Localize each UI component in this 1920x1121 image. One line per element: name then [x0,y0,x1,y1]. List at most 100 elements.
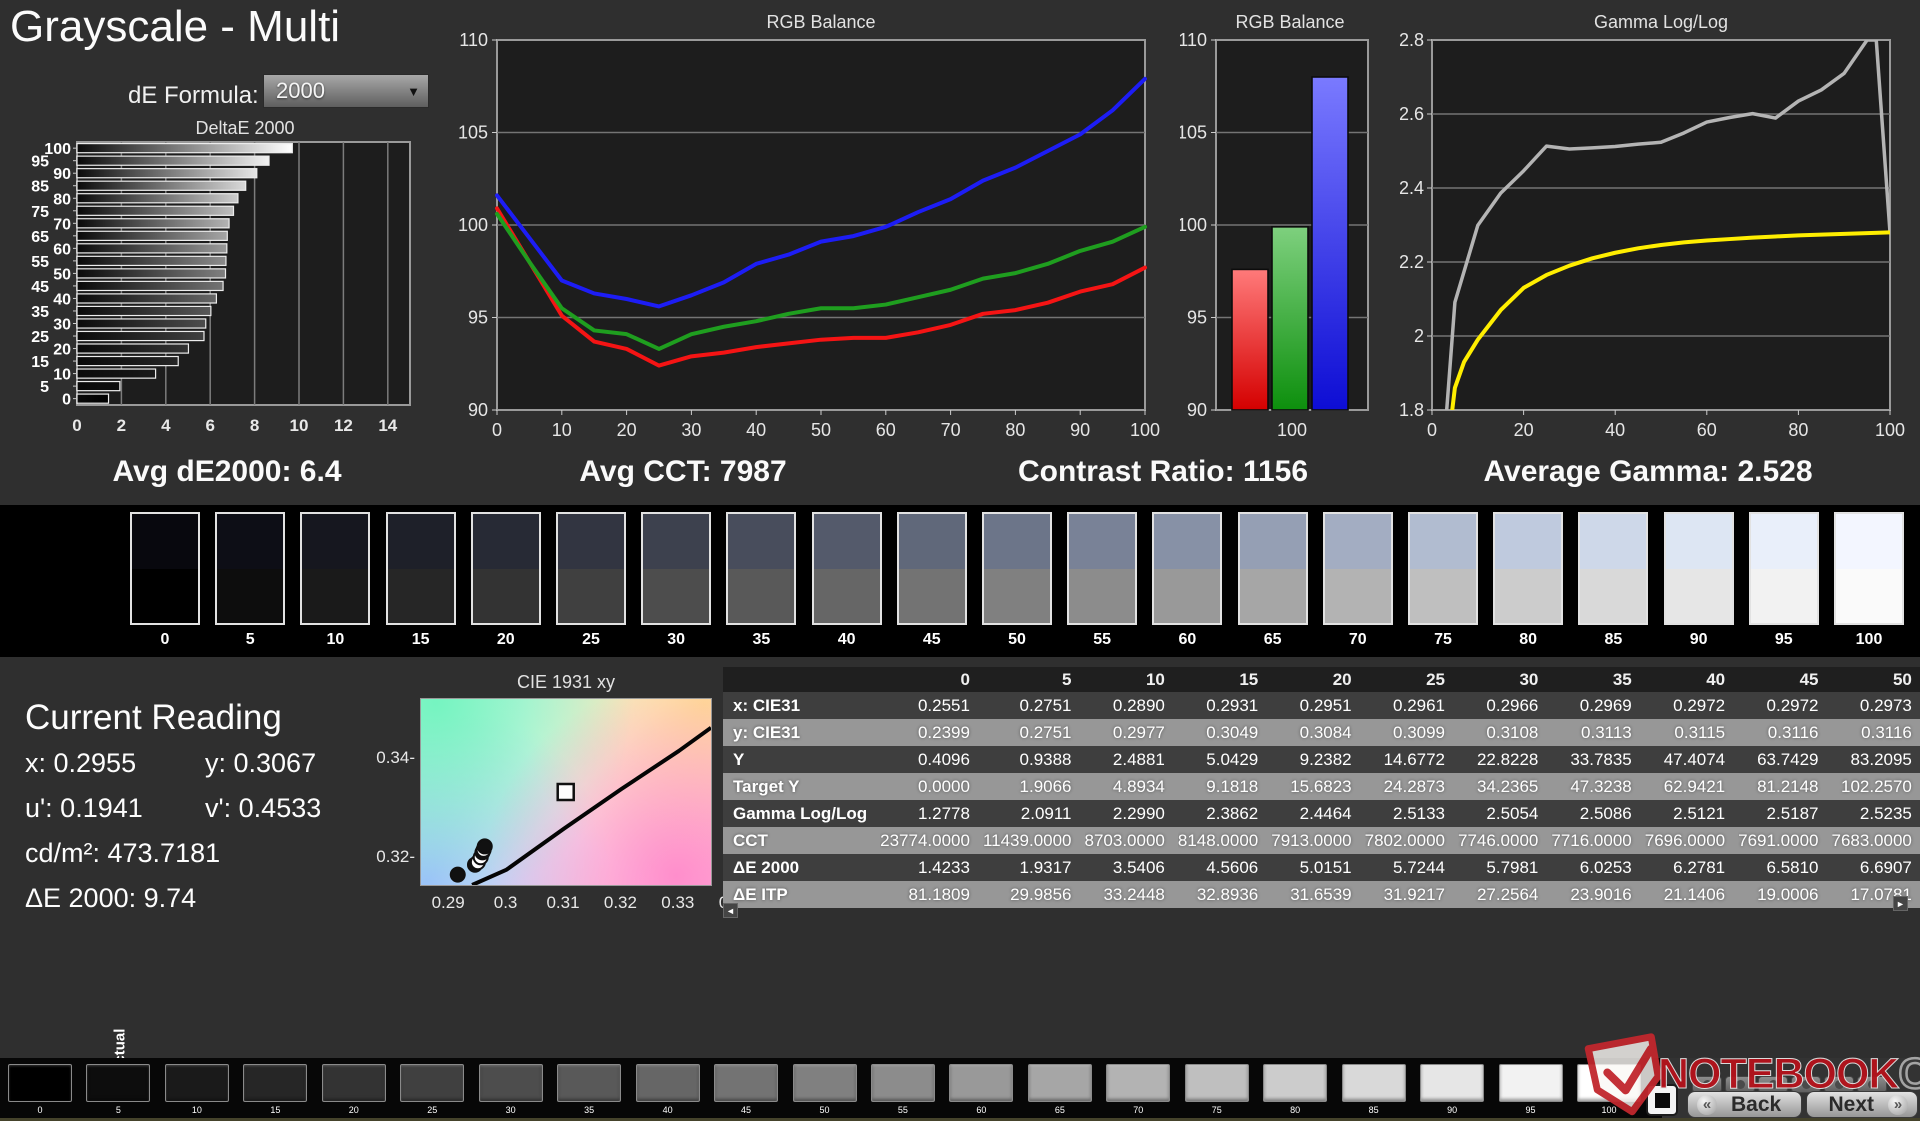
rgb-balance-line-chart: 90951001051100102030405060708090100 [440,10,1160,475]
table-scroll-left-button[interactable]: ◄ [723,903,738,918]
table-cell: 1.9317 [983,854,1085,881]
pattern-level-button[interactable] [1106,1064,1170,1102]
next-button[interactable]: Next » [1806,1091,1918,1118]
axis-tick-label: 80 [1788,420,1808,440]
cie-chart-svg [421,699,711,885]
page-title: Grayscale - Multi [10,2,340,52]
de-formula-label: dE Formula: [128,82,259,110]
grayscale-comparison-strip: Actual Target 05101520253035404550556065… [0,505,1920,657]
pattern-level-button[interactable] [793,1064,857,1102]
pattern-level-button[interactable] [636,1064,700,1102]
swatch-level-label: 70 [1315,631,1401,649]
table-cell: 0.2551 [880,692,983,719]
grayscale-swatch [556,512,626,625]
table-column-header: 40 [1645,667,1738,692]
table-cell: 5.7981 [1458,854,1551,881]
deltae-bar [77,344,188,353]
green-balance-bar [1272,227,1308,410]
axis-tick-label: 100 [1875,420,1905,440]
table-row-label: Y [723,746,880,773]
cie-chart-title: CIE 1931 xy [420,672,712,693]
target-swatch-half [388,569,454,624]
actual-swatch-half [132,514,198,569]
pattern-level-button[interactable] [557,1064,621,1102]
pattern-level-button[interactable] [165,1064,229,1102]
pattern-level-button[interactable] [1263,1064,1327,1102]
pattern-level-label: 30 [479,1105,543,1115]
table-cell: 4.8934 [1085,773,1178,800]
pattern-level-button[interactable] [322,1064,386,1102]
axis-tick-label: 90 [1187,400,1207,420]
pattern-level-label: 90 [1420,1105,1484,1115]
table-cell: 3.5406 [1085,854,1178,881]
axis-tick-label: 5 [40,379,49,396]
gamma-log-log-chart: 1.822.22.42.62.8020406080100 [1400,10,1920,475]
pattern-level-button[interactable] [243,1064,307,1102]
pattern-level-button[interactable] [479,1064,543,1102]
de-formula-value: 2000 [276,78,325,104]
axis-tick-label: 40 [746,420,766,440]
back-arrow-icon: « [1697,1095,1717,1115]
pattern-level-button[interactable] [86,1064,150,1102]
table-cell: 32.8936 [1178,881,1271,908]
gamma-chart-svg: 1.822.22.42.62.8020406080100 [1400,10,1920,470]
de-formula-dropdown[interactable]: 2000 ▼ [263,74,429,108]
table-cell: 83.2095 [1832,746,1920,773]
swatch-level-label: 10 [292,631,378,649]
pattern-level-button[interactable] [714,1064,778,1102]
table-cell: 7683.0000 [1832,827,1920,854]
measured-point [451,868,465,882]
pattern-level-button[interactable] [1499,1064,1563,1102]
axis-tick-label: 10 [290,416,309,435]
pattern-level-button[interactable] [1342,1064,1406,1102]
rgb-bar-chart-svg: 9095100105110100 [1180,10,1390,470]
axis-tick-label: 105 [1180,123,1207,143]
pattern-level-button[interactable] [8,1064,72,1102]
table-cell: 14.6772 [1365,746,1458,773]
pattern-level-label: 0 [8,1105,72,1115]
table-column-header: 0 [880,667,983,692]
pattern-level-label: 55 [871,1105,935,1115]
table-cell: 2.5054 [1458,800,1551,827]
target-swatch-half [1666,569,1732,624]
table-cell: 11439.0000 [983,827,1085,854]
table-column-header: 30 [1458,667,1551,692]
table-cell: 7746.0000 [1458,827,1551,854]
pattern-level-button[interactable] [1420,1064,1484,1102]
back-button[interactable]: « Back [1687,1091,1802,1118]
pattern-level-button[interactable] [949,1064,1013,1102]
pattern-level-label: 70 [1106,1105,1170,1115]
table-cell: 0.3108 [1458,719,1551,746]
pattern-level-button[interactable] [1028,1064,1092,1102]
grayscale-swatch [215,512,285,625]
contrast-ratio-stat: Contrast Ratio: 1156 [913,455,1413,489]
target-swatch-half [1495,569,1561,624]
table-cell: 47.4074 [1645,746,1738,773]
table-corner-cell [723,667,880,692]
table-cell: 4.5606 [1178,854,1271,881]
deltae-bar [77,206,234,215]
pattern-level-button[interactable] [871,1064,935,1102]
target-swatch-half [814,569,880,624]
swatch-level-label: 15 [378,631,464,649]
target-swatch-half [473,569,539,624]
table-scroll-right-button[interactable]: ► [1893,896,1908,911]
red-balance-bar [1232,269,1268,410]
table-cell: 0.4096 [880,746,983,773]
axis-tick-label: 35 [31,304,49,321]
target-swatch-half [558,569,624,624]
pattern-level-button[interactable] [400,1064,464,1102]
pattern-level-button[interactable] [1577,1064,1641,1102]
pattern-level-button[interactable] [1185,1064,1249,1102]
table-cell: 7802.0000 [1365,827,1458,854]
axis-tick-label: 1.8 [1400,400,1424,420]
grayscale-swatch [1664,512,1734,625]
axis-tick-label: 40 [53,291,71,308]
table-cell: 34.2365 [1458,773,1551,800]
actual-swatch-half [1154,514,1220,569]
axis-tick-label: 0.31 [533,893,593,913]
actual-swatch-half [1410,514,1476,569]
table-cell: 2.5086 [1551,800,1644,827]
pattern-window-button[interactable] [1646,1084,1678,1116]
deltae-bar [77,394,109,403]
